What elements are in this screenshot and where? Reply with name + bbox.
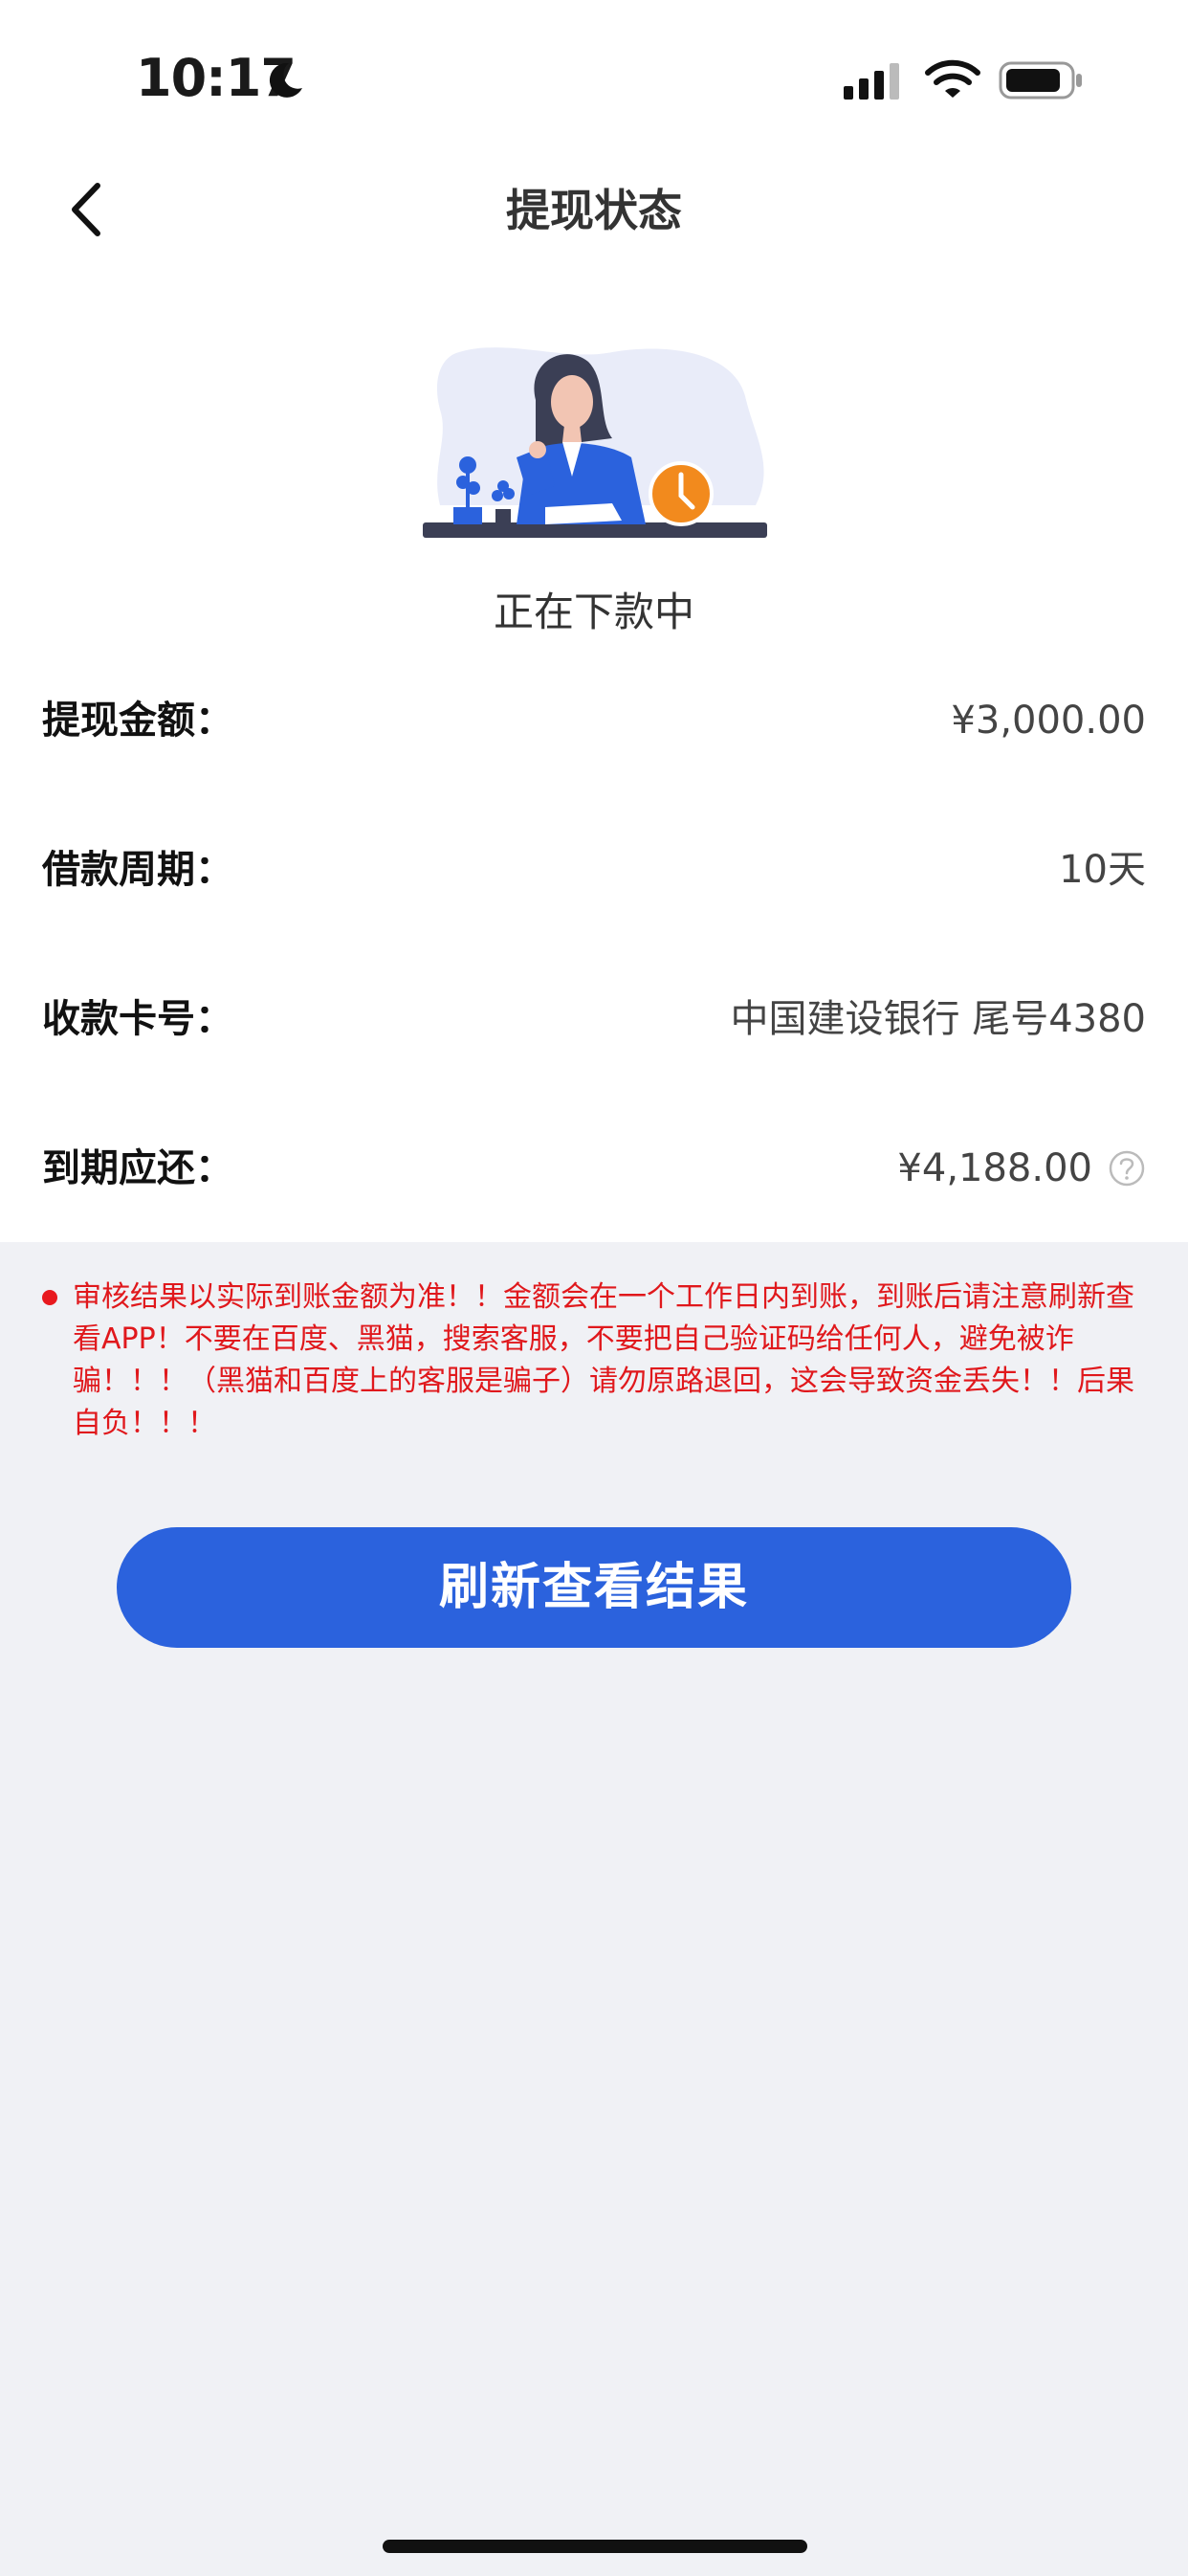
detail-row-term: 借款周期： 10天 — [42, 836, 1146, 903]
warning-notice: 审核结果以实际到账金额为准！！金额会在一个工作日内到账，到账后请注意刷新查看AP… — [38, 1277, 1148, 1445]
detail-row-card: 收款卡号： 中国建设银行 尾号4380 — [42, 986, 1146, 1053]
detail-value: 10天 — [1059, 848, 1146, 892]
page-title: 提现状态 — [506, 185, 682, 236]
detail-label: 收款卡号： — [42, 997, 233, 1041]
detail-value: ¥4,188.00 — [897, 1146, 1092, 1190]
battery-icon — [999, 61, 1082, 100]
detail-row-due: 到期应还： ¥4,188.00 — [42, 1135, 1146, 1202]
cellular-signal-icon — [844, 63, 899, 100]
status-illustration — [423, 347, 767, 538]
detail-row-amount: 提现金额： ¥3,000.00 — [42, 687, 1146, 754]
detail-value: 中国建设银行 尾号4380 — [730, 997, 1146, 1041]
detail-label: 到期应还： — [42, 1146, 233, 1190]
home-indicator — [383, 2540, 807, 2553]
status-text: 正在下款中 — [493, 588, 694, 635]
warning-dot-icon — [42, 1290, 57, 1305]
help-question-icon[interactable] — [1108, 1149, 1146, 1188]
warning-text: 审核结果以实际到账金额为准！！金额会在一个工作日内到账，到账后请注意刷新查看AP… — [73, 1280, 1134, 1440]
wifi-icon — [925, 59, 980, 98]
detail-label: 提现金额： — [42, 699, 233, 743]
status-bar: 10:17 — [0, 0, 1188, 153]
moon-icon — [269, 62, 302, 98]
detail-value: ¥3,000.00 — [951, 699, 1146, 743]
refresh-result-button[interactable]: 刷新查看结果 — [117, 1527, 1071, 1648]
detail-label: 借款周期： — [42, 848, 233, 892]
